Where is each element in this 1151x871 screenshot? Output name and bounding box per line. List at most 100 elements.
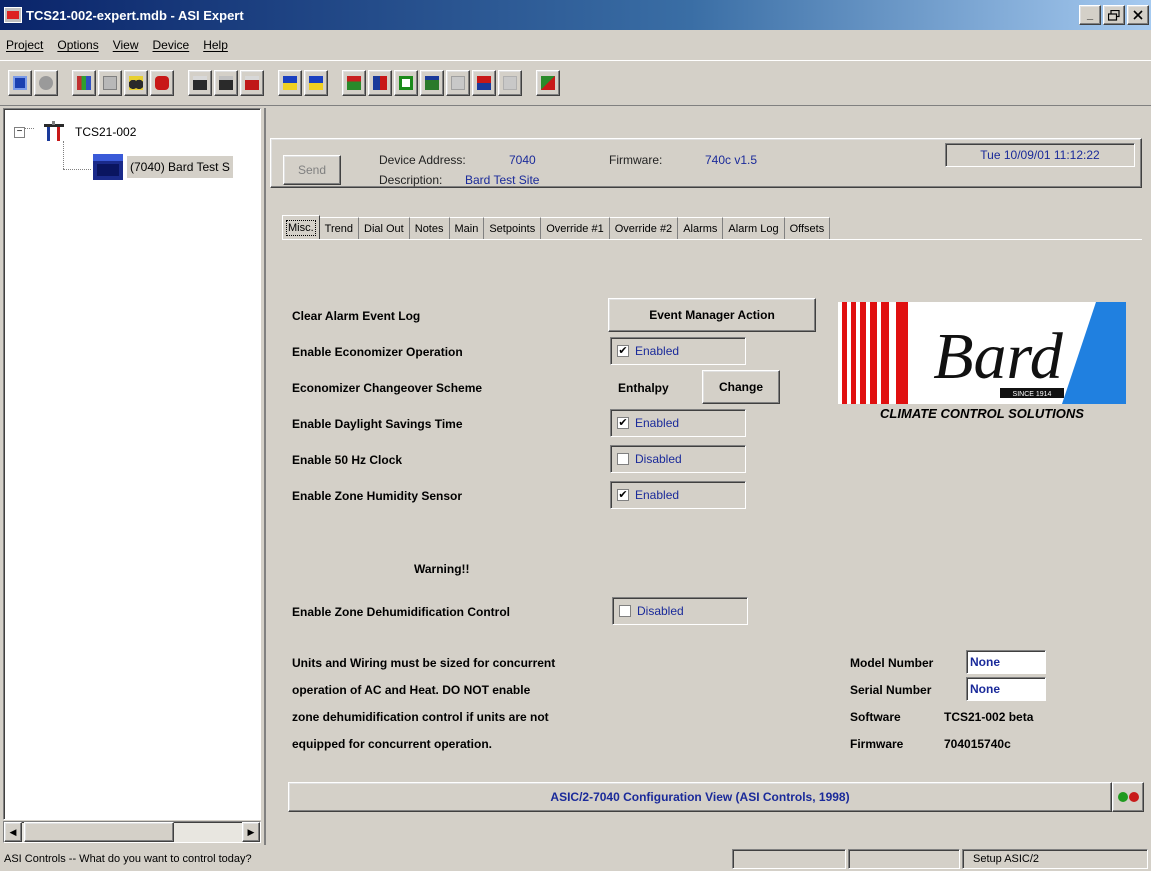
tab-setpoints[interactable]: Setpoints <box>484 217 542 239</box>
tree-root-label: TCS21-002 <box>75 125 137 139</box>
software-value: TCS21-002 beta <box>944 710 1034 724</box>
bard-logo-graphic: Bard SINCE 1914 <box>838 302 1126 404</box>
config-caption: ASIC/2-7040 Configuration View (ASI Cont… <box>288 782 1112 812</box>
warning-line: operation of AC and Heat. DO NOT enable <box>292 683 531 697</box>
tree-device-label: (7040) Bard Test S <box>127 156 233 178</box>
stop-button[interactable] <box>150 70 174 96</box>
economizer-checkbox[interactable]: ✔ Enabled <box>610 337 746 365</box>
tab-override-2[interactable]: Override #2 <box>609 217 679 239</box>
zone-humidity-checkbox[interactable]: ✔ Enabled <box>610 481 746 509</box>
checkbox-checked-icon: ✔ <box>617 345 629 357</box>
bard-wordmark: Bard <box>933 320 1064 393</box>
dos-down-button[interactable] <box>304 70 328 96</box>
grid-button[interactable] <box>446 70 470 96</box>
menu-project[interactable]: Project <box>6 38 43 52</box>
event-manager-button[interactable]: Event Manager Action <box>608 298 816 332</box>
model-number-label: Model Number <box>850 656 934 670</box>
toolbar <box>0 60 1151 106</box>
dehumid-label: Enable Zone Dehumidification Control <box>292 605 511 619</box>
send-button[interactable]: Send <box>283 155 341 185</box>
menu-device[interactable]: Device <box>153 38 190 52</box>
dos-button[interactable] <box>278 70 302 96</box>
change-button[interactable]: Change <box>702 370 780 404</box>
checkbox-unchecked-icon <box>619 605 631 617</box>
device-tree: − TCS21-002 (7040) Bard Test S <box>3 108 261 820</box>
disabled-grid-icon <box>503 76 517 90</box>
binoculars-button[interactable] <box>124 70 148 96</box>
tab-trend[interactable]: Trend <box>319 217 359 239</box>
save-icon <box>193 76 207 90</box>
model-number-field[interactable]: None <box>966 650 1046 674</box>
square-button[interactable] <box>394 70 418 96</box>
save-red-button[interactable] <box>240 70 264 96</box>
tree-horizontal-scrollbar[interactable]: ◀ ▶ <box>3 821 261 843</box>
menu-options[interactable]: Options <box>57 38 98 52</box>
alarm-button[interactable] <box>472 70 496 96</box>
bard-logo-image: Bard SINCE 1914 <box>842 302 1126 404</box>
device-header: Send Device Address: 7040 Firmware: 740c… <box>270 138 1142 188</box>
tools-button[interactable] <box>536 70 560 96</box>
thermostat-icon <box>44 121 64 141</box>
title-bar: TCS21-002-expert.mdb - ASI Expert _ <box>0 0 1151 30</box>
scroll-thumb[interactable] <box>24 822 174 842</box>
zone-humidity-label: Enable Zone Humidity Sensor <box>292 489 463 503</box>
monitor-icon <box>13 76 27 90</box>
save-button[interactable] <box>188 70 212 96</box>
device-address-value: 7040 <box>509 153 536 167</box>
menu-view[interactable]: View <box>113 38 139 52</box>
home-button[interactable] <box>342 70 366 96</box>
disk-button[interactable] <box>34 70 58 96</box>
stop-icon <box>155 76 169 90</box>
tab-offsets[interactable]: Offsets <box>784 217 831 239</box>
chart-icon <box>77 76 91 90</box>
restore-icon <box>1108 9 1120 21</box>
red-led-icon <box>1128 792 1139 802</box>
temp-button[interactable] <box>368 70 392 96</box>
dehumid-checkbox[interactable]: Disabled <box>612 597 748 625</box>
disabled-grid-button[interactable] <box>498 70 522 96</box>
clock50-checkbox[interactable]: Disabled <box>610 445 746 473</box>
clock50-label: Enable 50 Hz Clock <box>292 453 403 467</box>
tree-root[interactable]: − TCS21-002 <box>14 121 136 143</box>
window-icon <box>425 76 439 90</box>
save-all-button[interactable] <box>214 70 238 96</box>
status-mode: Setup ASIC/2 <box>962 849 1148 869</box>
clear-alarm-label: Clear Alarm Event Log <box>292 309 421 323</box>
menu-help[interactable]: Help <box>203 38 228 52</box>
temp-icon <box>373 76 387 90</box>
dst-checkbox[interactable]: ✔ Enabled <box>610 409 746 437</box>
window-button[interactable] <box>420 70 444 96</box>
serial-number-field[interactable]: None <box>966 677 1046 701</box>
close-icon <box>1133 10 1143 20</box>
scroll-left-arrow-icon[interactable]: ◀ <box>4 822 22 842</box>
chart-button[interactable] <box>72 70 96 96</box>
green-led-icon <box>1117 792 1128 802</box>
device-address-label: Device Address: <box>379 153 466 167</box>
warning-line: zone dehumidification control if units a… <box>292 710 549 724</box>
since-badge: SINCE 1914 <box>1013 391 1052 398</box>
table-icon <box>103 76 117 90</box>
close-button[interactable] <box>1127 5 1149 25</box>
checkbox-unchecked-icon <box>617 453 629 465</box>
tab-alarms[interactable]: Alarms <box>678 217 724 239</box>
tab-strip: Misc. Trend Dial Out Notes Main Setpoint… <box>282 215 831 241</box>
collapse-icon[interactable]: − <box>14 126 25 138</box>
tab-main[interactable]: Main <box>449 217 485 239</box>
software-label: Software <box>850 710 901 724</box>
bard-logo: Bard SINCE 1914 CLIMATE CONTROL SOLUTION… <box>838 302 1126 432</box>
tab-alarm-log[interactable]: Alarm Log <box>723 217 785 239</box>
maximize-button[interactable] <box>1103 5 1125 25</box>
warning-title: Warning!! <box>414 562 470 576</box>
scroll-right-arrow-icon[interactable]: ▶ <box>242 822 260 842</box>
monitor-button[interactable] <box>8 70 32 96</box>
table-button[interactable] <box>98 70 122 96</box>
tab-override-1[interactable]: Override #1 <box>541 217 610 239</box>
dos-down-icon <box>309 76 323 90</box>
window-controls: _ <box>1079 5 1149 25</box>
minimize-button[interactable]: _ <box>1079 5 1101 25</box>
tab-misc[interactable]: Misc. <box>282 215 320 239</box>
tree-device-node[interactable]: (7040) Bard Test S <box>92 153 233 181</box>
tab-dial-out[interactable]: Dial Out <box>359 217 410 239</box>
square-icon <box>399 76 413 90</box>
tab-notes[interactable]: Notes <box>409 217 450 239</box>
